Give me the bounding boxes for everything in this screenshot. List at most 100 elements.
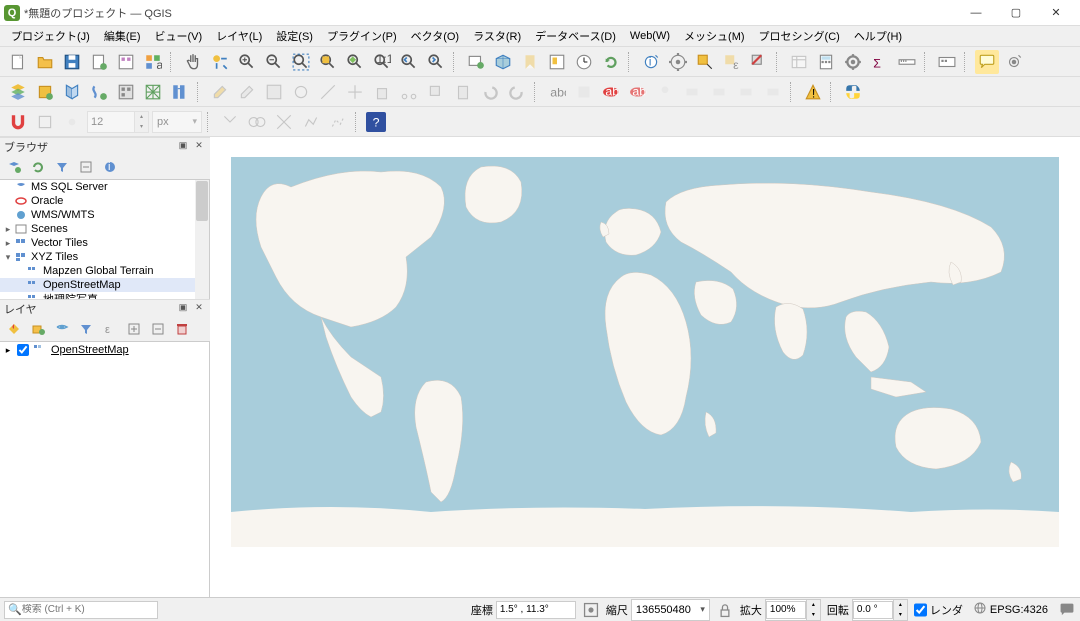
expand-all-icon[interactable] [124, 319, 144, 339]
toggle-extents-icon[interactable] [582, 601, 600, 619]
pan-button[interactable] [181, 50, 205, 74]
paste-features-button[interactable] [451, 80, 475, 104]
current-edits-button[interactable] [208, 80, 232, 104]
browser-tree[interactable]: MS SQL Server Oracle WMS/WMTS ▸ Scenes ▸… [0, 179, 210, 299]
new-shapefile-button[interactable] [60, 80, 84, 104]
move-label-button[interactable] [707, 80, 731, 104]
zoom-last-button[interactable] [397, 50, 421, 74]
menu-mesh[interactable]: メッシュ(M) [677, 28, 752, 44]
menu-view[interactable]: ビュー(V) [148, 28, 210, 44]
menu-database[interactable]: データベース(D) [528, 28, 623, 44]
filter-legend-icon[interactable] [76, 319, 96, 339]
new-project-button[interactable] [6, 50, 30, 74]
collapse-icon[interactable]: ▾ [2, 252, 14, 263]
add-layer-icon[interactable] [4, 157, 24, 177]
expand-icon[interactable]: ▸ [2, 345, 14, 356]
toolbox-button[interactable] [841, 50, 865, 74]
label-highlight[interactable]: abc [626, 80, 650, 104]
layers-tree[interactable]: ▸ OpenStreetMap [0, 341, 210, 597]
coord-input[interactable] [496, 601, 576, 619]
maptips-button[interactable] [975, 50, 999, 74]
label-button[interactable]: abc [545, 80, 569, 104]
snapping-unit-combo[interactable]: px [152, 111, 202, 133]
menu-project[interactable]: プロジェクト(J) [4, 28, 97, 44]
manage-themes-icon[interactable] [52, 319, 72, 339]
lock-scale-icon[interactable] [716, 601, 734, 619]
tolerance-value[interactable] [88, 112, 134, 132]
rotation-input[interactable]: ▴▾ [852, 599, 908, 621]
minimize-button[interactable]: — [956, 0, 996, 26]
snapping-tolerance-input[interactable]: ▴▾ [87, 111, 149, 133]
menu-edit[interactable]: 編集(E) [97, 28, 148, 44]
rotate-label-button[interactable] [734, 80, 758, 104]
zoom-native-button[interactable]: 1:1 [370, 50, 394, 74]
menu-settings[interactable]: 設定(S) [269, 28, 320, 44]
keyboard-shortcuts-button[interactable] [935, 50, 959, 74]
refresh-button[interactable] [599, 50, 623, 74]
menu-processing[interactable]: プロセシング(C) [752, 28, 847, 44]
open-table-button[interactable] [787, 50, 811, 74]
no-action-button[interactable] [1002, 50, 1026, 74]
tree-item-mapzen[interactable]: Mapzen Global Terrain [0, 264, 209, 278]
map-canvas[interactable] [210, 137, 1080, 597]
tree-item-wms[interactable]: WMS/WMTS [0, 208, 209, 222]
browser-scrollbar[interactable] [195, 180, 209, 299]
menu-vector[interactable]: ベクタ(O) [404, 28, 466, 44]
add-feature-button[interactable] [289, 80, 313, 104]
action-button[interactable] [666, 50, 690, 74]
new-mesh-button[interactable] [141, 80, 165, 104]
digitize-button[interactable] [316, 80, 340, 104]
locator-search[interactable]: 🔍 [4, 601, 158, 619]
layer-visibility-checkbox[interactable] [17, 344, 29, 356]
help-button[interactable]: ? [366, 112, 386, 132]
zoom-full-button[interactable] [289, 50, 313, 74]
open-project-button[interactable] [33, 50, 57, 74]
browser-undock-button[interactable]: ▣ [176, 140, 190, 154]
avoid-overlap-button[interactable] [326, 110, 350, 134]
filter-by-expr-icon[interactable]: ε [100, 319, 120, 339]
select-by-value-button[interactable]: ε [720, 50, 744, 74]
change-label-button[interactable] [761, 80, 785, 104]
enable-snapping-button[interactable] [6, 110, 30, 134]
tree-item-gsi[interactable]: 地理院写真 [0, 292, 209, 299]
show-hide-label-button[interactable] [680, 80, 704, 104]
snapping-type-button[interactable] [60, 110, 84, 134]
maximize-button[interactable]: ▢ [996, 0, 1036, 26]
new-3d-view-button[interactable] [491, 50, 515, 74]
calculator-button[interactable] [814, 50, 838, 74]
zoom-to-layer-button[interactable] [343, 50, 367, 74]
layer-item-osm[interactable]: ▸ OpenStreetMap [0, 342, 209, 358]
measure-button[interactable] [895, 50, 919, 74]
new-map-view-button[interactable] [464, 50, 488, 74]
pan-to-selection-button[interactable] [208, 50, 232, 74]
tree-item-vector-tiles[interactable]: ▸ Vector Tiles [0, 236, 209, 250]
render-checkbox[interactable] [914, 601, 927, 619]
layers-undock-button[interactable]: ▣ [176, 302, 190, 316]
copy-features-button[interactable] [424, 80, 448, 104]
statistics-button[interactable]: Σ [868, 50, 892, 74]
layout-manager-button[interactable] [114, 50, 138, 74]
snapping-config-button[interactable] [33, 110, 57, 134]
redo-button[interactable] [505, 80, 529, 104]
topological-editing-button[interactable] [218, 110, 242, 134]
move-feature-button[interactable] [343, 80, 367, 104]
collapse-all-layers-icon[interactable] [148, 319, 168, 339]
temporal-controller-button[interactable] [572, 50, 596, 74]
layers-close-button[interactable]: ✕ [192, 302, 206, 316]
check-geometries-button[interactable]: ! [801, 80, 825, 104]
save-edits-button[interactable] [262, 80, 286, 104]
layer-style-icon[interactable] [4, 319, 24, 339]
tracing-button[interactable] [299, 110, 323, 134]
deselect-all-button[interactable] [747, 50, 771, 74]
crs-button[interactable]: EPSG:4326 [969, 601, 1052, 618]
tree-item-osm[interactable]: OpenStreetMap [0, 278, 209, 292]
filter-browser-icon[interactable] [52, 157, 72, 177]
zoom-in-button[interactable] [235, 50, 259, 74]
menu-raster[interactable]: ラスタ(R) [466, 28, 528, 44]
remove-layer-icon[interactable] [172, 319, 192, 339]
undo-button[interactable] [478, 80, 502, 104]
collapse-all-icon[interactable] [76, 157, 96, 177]
delete-selected-button[interactable] [370, 80, 394, 104]
new-bookmark-button[interactable] [518, 50, 542, 74]
new-spatialite-button[interactable] [87, 80, 111, 104]
